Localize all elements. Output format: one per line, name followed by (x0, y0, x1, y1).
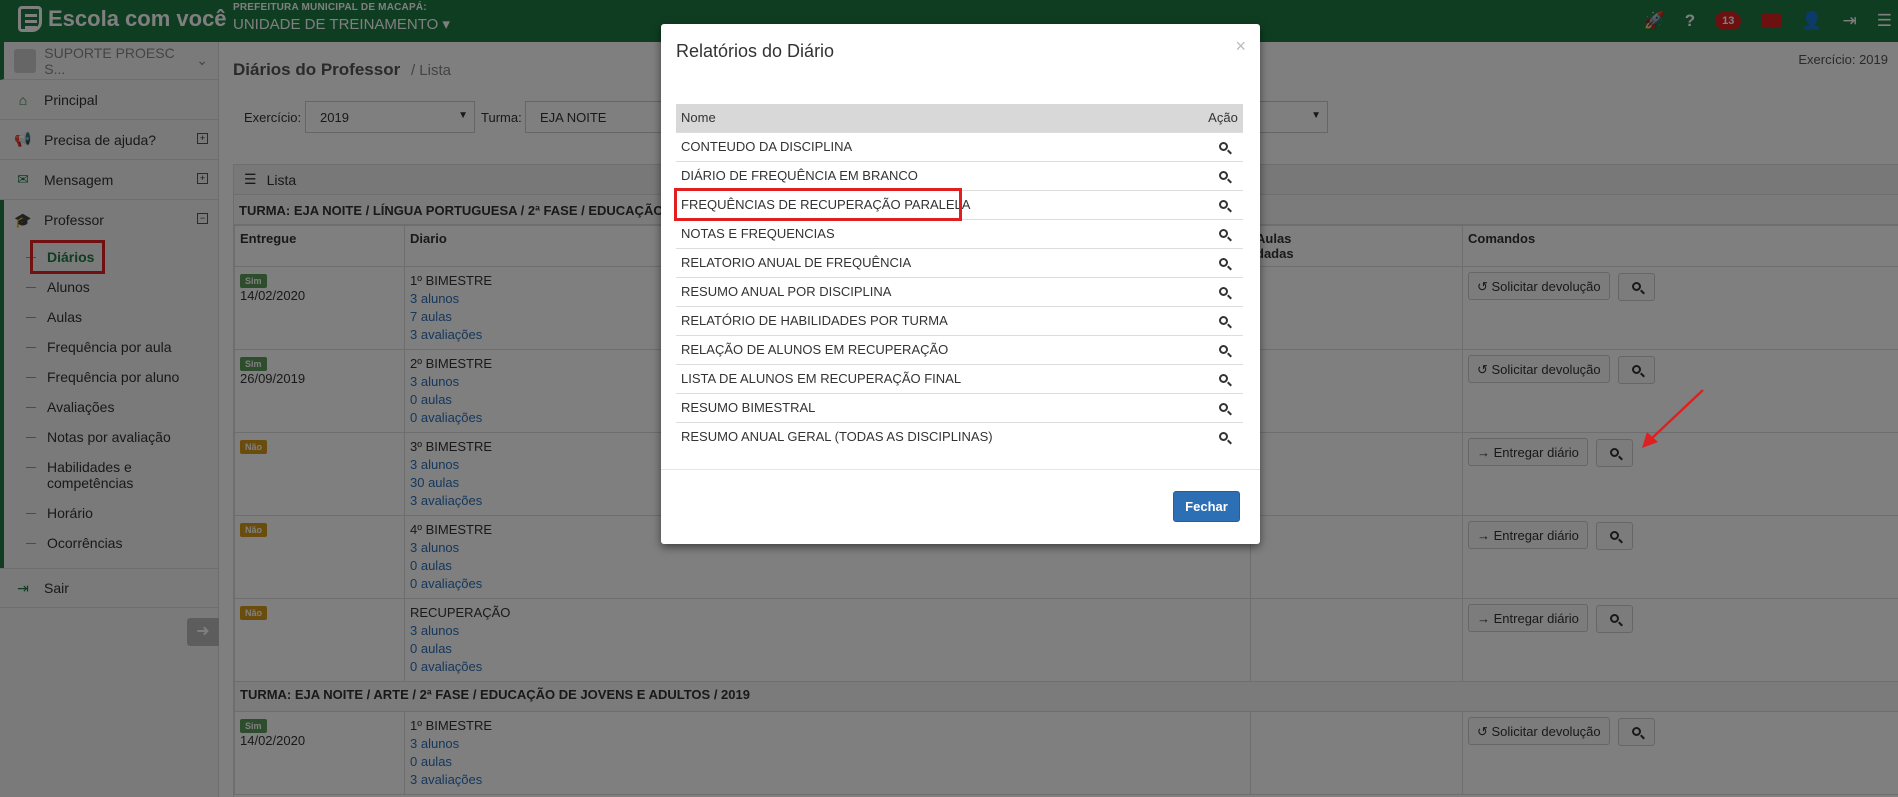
search-icon (1218, 432, 1228, 442)
report-row[interactable]: DIÁRIO DE FREQUÊNCIA EM BRANCO (676, 160, 1243, 190)
report-row[interactable]: RELATORIO ANUAL DE FREQUÊNCIA (676, 247, 1243, 277)
report-name: NOTAS E FREQUENCIAS (676, 218, 1203, 248)
search-icon (1218, 142, 1228, 151)
report-view-button[interactable] (1203, 160, 1243, 190)
report-row[interactable]: CONTEUDO DA DISCIPLINA (676, 131, 1243, 161)
modal-footer-divider (661, 469, 1260, 470)
close-icon[interactable]: × (1235, 36, 1246, 57)
search-icon (1218, 316, 1228, 325)
report-row[interactable]: RELAÇÃO DE ALUNOS EM RECUPERAÇÃO (676, 334, 1243, 364)
report-view-button[interactable] (1203, 189, 1243, 219)
report-name: RESUMO ANUAL GERAL (TODAS AS DISCIPLINAS… (676, 421, 1203, 451)
report-row[interactable]: RESUMO BIMESTRAL (676, 392, 1243, 422)
highlight-box-report (674, 188, 962, 221)
report-name: RELATÓRIO DE HABILIDADES POR TURMA (676, 305, 1203, 335)
search-icon (1218, 200, 1228, 209)
modal-title: Relatórios do Diário (676, 41, 835, 61)
report-view-button[interactable] (1203, 334, 1243, 364)
report-view-button[interactable] (1203, 218, 1243, 248)
report-view-button[interactable] (1203, 363, 1243, 393)
report-name: DIÁRIO DE FREQUÊNCIA EM BRANCO (676, 160, 1203, 190)
report-name: RELAÇÃO DE ALUNOS EM RECUPERAÇÃO (676, 334, 1203, 364)
report-row[interactable]: LISTA DE ALUNOS EM RECUPERAÇÃO FINAL (676, 363, 1243, 393)
report-view-button[interactable] (1203, 305, 1243, 335)
search-icon (1218, 171, 1228, 180)
search-icon (1218, 403, 1228, 412)
report-row[interactable]: RELATÓRIO DE HABILIDADES POR TURMA (676, 305, 1243, 335)
search-icon (1218, 374, 1228, 383)
report-row[interactable]: RESUMO ANUAL GERAL (TODAS AS DISCIPLINAS… (676, 421, 1243, 451)
search-icon (1218, 258, 1228, 267)
report-row[interactable]: RESUMO ANUAL POR DISCIPLINA (676, 276, 1243, 306)
fechar-button[interactable]: Fechar (1173, 491, 1240, 522)
report-name: CONTEUDO DA DISCIPLINA (676, 131, 1203, 161)
search-icon (1218, 345, 1228, 354)
col-acao: Ação (1203, 104, 1243, 132)
col-nome: Nome (676, 104, 1203, 132)
report-name: RESUMO ANUAL POR DISCIPLINA (676, 276, 1203, 306)
search-icon (1218, 229, 1228, 238)
report-name: RESUMO BIMESTRAL (676, 392, 1203, 422)
report-view-button[interactable] (1203, 131, 1243, 161)
reports-modal: Relatórios do Diário × Nome Ação CONTEUD… (661, 24, 1260, 544)
reports-table: Nome Ação CONTEUDO DA DISCIPLINA DIÁRIO D… (676, 104, 1243, 451)
report-view-button[interactable] (1203, 276, 1243, 306)
report-view-button[interactable] (1203, 247, 1243, 277)
report-row[interactable]: NOTAS E FREQUENCIAS (676, 218, 1243, 248)
annotation-arrow (1642, 389, 1704, 448)
search-icon (1218, 287, 1228, 296)
report-name: RELATORIO ANUAL DE FREQUÊNCIA (676, 247, 1203, 277)
report-view-button[interactable] (1203, 392, 1243, 422)
report-name: LISTA DE ALUNOS EM RECUPERAÇÃO FINAL (676, 363, 1203, 393)
report-view-button[interactable] (1203, 421, 1243, 451)
